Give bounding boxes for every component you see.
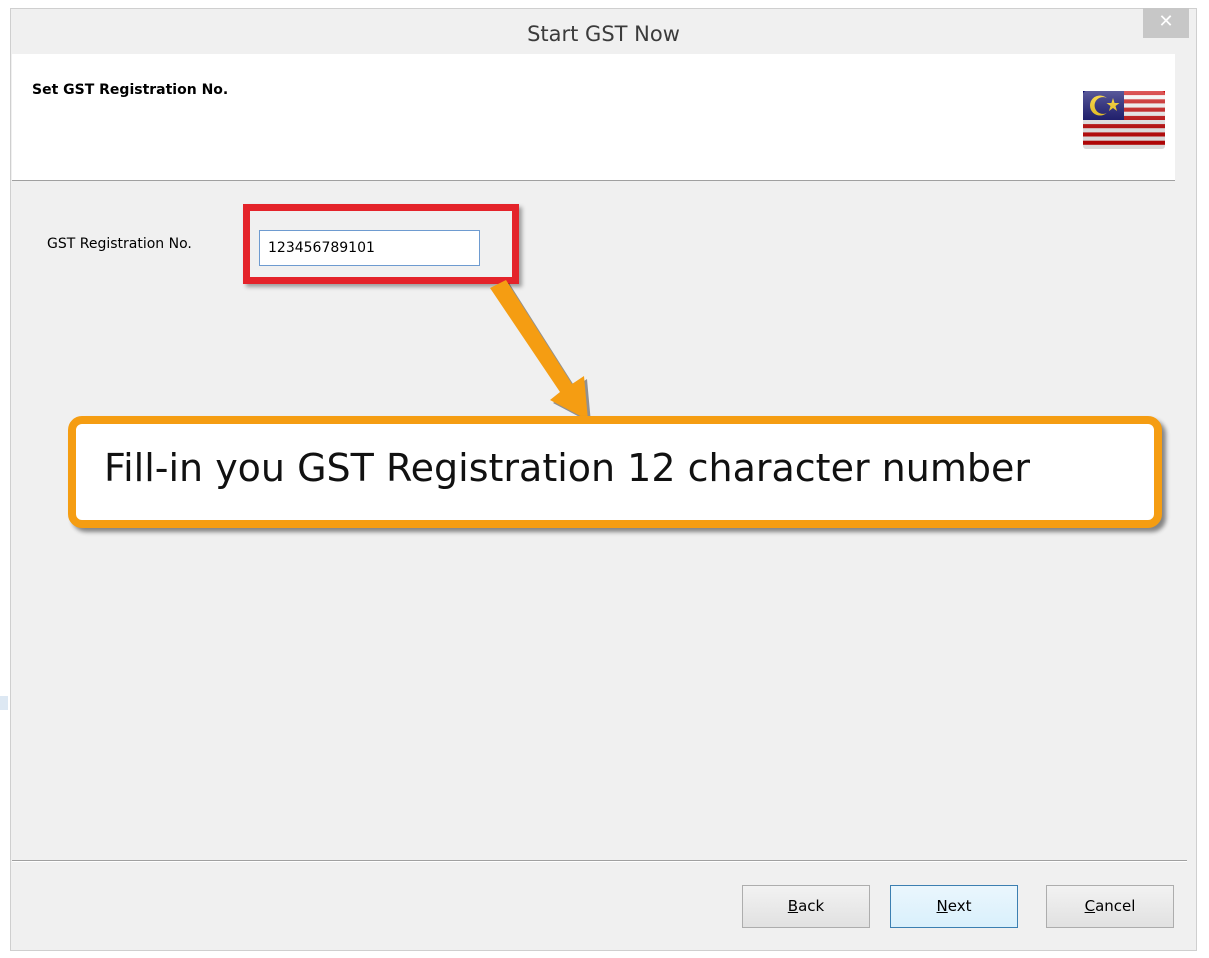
edge-mark bbox=[0, 696, 8, 710]
cancel-mnemonic: C bbox=[1084, 897, 1096, 915]
callout-text: Fill-in you GST Registration 12 characte… bbox=[104, 446, 1030, 490]
close-button[interactable]: ✕ bbox=[1143, 8, 1189, 38]
cancel-label: ancel bbox=[1095, 897, 1136, 915]
cancel-button[interactable]: Cancel bbox=[1046, 885, 1174, 928]
page-title: Set GST Registration No. bbox=[32, 82, 229, 98]
wizard-header: Set GST Registration No. bbox=[12, 54, 1175, 181]
window-title: Start GST Now bbox=[527, 22, 680, 46]
back-mnemonic: B bbox=[787, 897, 799, 915]
gst-registration-label: GST Registration No. bbox=[47, 236, 192, 252]
back-button[interactable]: Back bbox=[742, 885, 870, 928]
close-icon: ✕ bbox=[1158, 11, 1174, 32]
instruction-callout: Fill-in you GST Registration 12 characte… bbox=[68, 416, 1162, 528]
next-label: ext bbox=[947, 897, 972, 915]
gst-registration-input[interactable] bbox=[259, 230, 480, 266]
malaysia-flag-icon bbox=[1083, 91, 1165, 149]
back-label: ack bbox=[798, 897, 825, 915]
footer-divider bbox=[12, 860, 1187, 862]
callout-arrow-icon bbox=[490, 280, 591, 423]
next-mnemonic: N bbox=[936, 897, 948, 915]
next-button[interactable]: Next bbox=[890, 885, 1018, 928]
